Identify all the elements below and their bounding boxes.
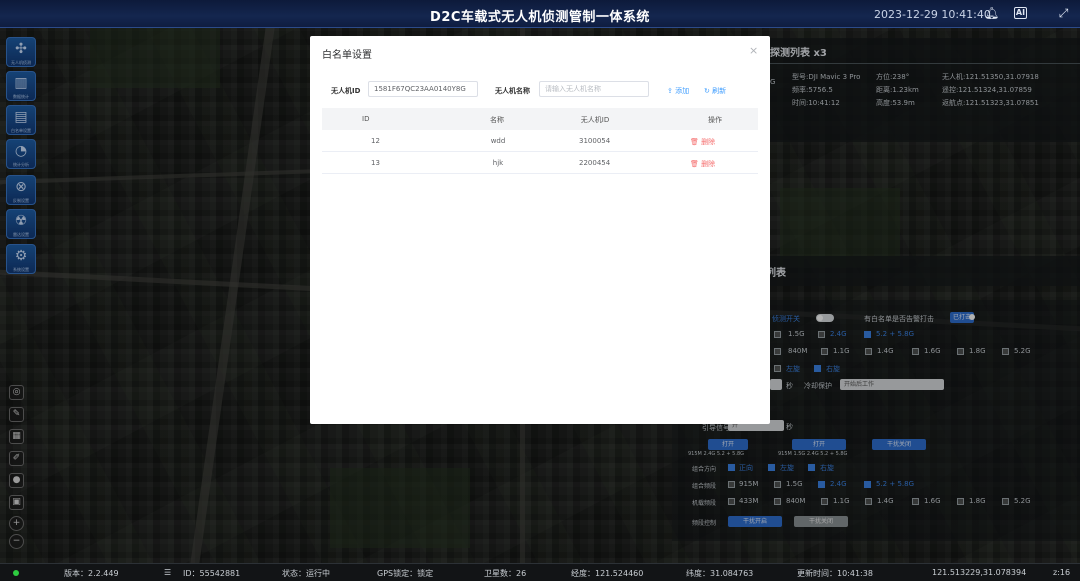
refresh-button[interactable]: ↻ 刷新: [704, 86, 726, 96]
status-satellites: 卫星数：26: [484, 569, 527, 578]
drone-name-input[interactable]: 请输入无人机名称: [539, 81, 649, 97]
row-id: 12: [371, 137, 380, 145]
column-header-id: ID: [362, 115, 370, 123]
status-id: ID：55542881: [183, 569, 241, 578]
drone-id-input[interactable]: 1581F67QC23AA0140Y8G: [368, 81, 478, 97]
drone-name-label: 无人机名称: [495, 87, 530, 95]
ai-icon[interactable]: AI: [1014, 7, 1027, 19]
trash-icon: 🗑︎: [690, 138, 702, 146]
status-longitude: 经度：121.524460: [571, 569, 644, 578]
row-drone-id: 3100054: [579, 137, 611, 145]
status-update-time: 更新时间：10:41:38: [797, 569, 873, 578]
close-icon[interactable]: ×: [749, 44, 758, 57]
delete-label: 删除: [701, 160, 716, 168]
row-name: wdd: [490, 137, 506, 145]
table-header: ID 名称 无人机ID 操作: [322, 108, 758, 130]
column-header-name: 名称: [490, 116, 504, 124]
online-indicator-icon: [13, 570, 19, 576]
column-header-drone-id: 无人机ID: [580, 116, 610, 124]
row-id: 13: [371, 159, 380, 167]
header-datetime: 2023-12-29 10:41:40: [874, 8, 991, 21]
whitelist-dialog: 白名单设置 × 无人机ID 1581F67QC23AA0140Y8G 无人机名称…: [310, 36, 770, 424]
bell-icon[interactable]: 🔔︎: [984, 6, 999, 21]
table-row: 12 wdd 3100054 🗑︎ 删除: [322, 130, 758, 152]
add-button[interactable]: ⇪ 添加: [667, 86, 689, 96]
status-zoom: z:16: [1053, 568, 1071, 577]
dialog-title: 白名单设置: [322, 50, 372, 61]
status-state: 状态：运行中: [282, 569, 330, 578]
row-drone-id: 2200454: [579, 159, 611, 167]
delete-label: 删除: [701, 138, 716, 146]
delete-button[interactable]: 🗑︎ 删除: [690, 159, 715, 169]
status-gps: GPS锁定：锁定: [377, 569, 434, 578]
table-row: 13 hjk 2200454 🗑︎ 删除: [322, 152, 758, 174]
refresh-button-label: 刷新: [712, 87, 727, 95]
delete-button[interactable]: 🗑︎ 删除: [690, 137, 715, 147]
upload-icon: ⇪: [667, 87, 676, 95]
top-header: D2C车载式无人机侦测管制一体系统 2023-12-29 10:41:40 🔔︎…: [0, 0, 1080, 28]
refresh-icon: ↻: [704, 87, 713, 95]
add-button-label: 添加: [675, 87, 690, 95]
fullscreen-icon[interactable]: ⤢: [1056, 6, 1071, 21]
status-latitude: 纬度：31.084763: [686, 569, 754, 578]
status-coords: 121.513229,31.078394: [932, 568, 1027, 577]
status-version: 版本：2.2.449: [64, 569, 119, 578]
sliders-icon[interactable]: ☰: [164, 568, 171, 577]
status-bar: 版本：2.2.449 ☰ ID：55542881 状态：运行中 GPS锁定：锁定…: [0, 563, 1080, 581]
trash-icon: 🗑︎: [690, 160, 702, 168]
row-name: hjk: [492, 159, 504, 167]
drone-id-label: 无人机ID: [331, 87, 361, 95]
column-header-action: 操作: [708, 116, 722, 124]
